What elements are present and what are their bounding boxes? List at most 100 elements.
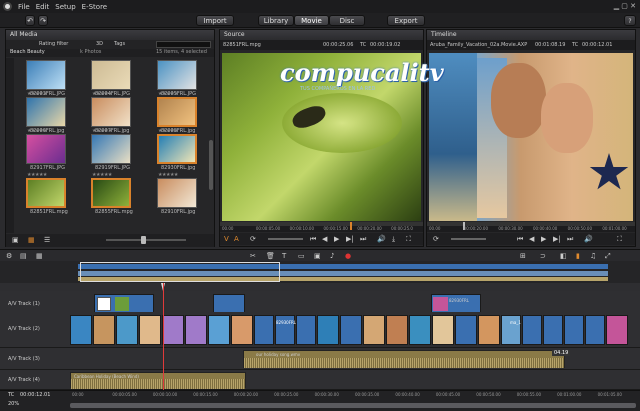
track-2-clip[interactable]	[455, 315, 477, 345]
library-thumbnail[interactable]	[26, 134, 66, 164]
track-1-clip-b[interactable]	[213, 294, 245, 314]
play-icon[interactable]: ▶	[334, 234, 339, 244]
tl-fullscreen-icon[interactable]: ⛶	[617, 234, 622, 244]
source-shuttle[interactable]	[268, 238, 303, 240]
trash-icon[interactable]: 🗑	[266, 251, 275, 261]
library-view-icon[interactable]: ▣	[12, 235, 19, 245]
mark-in-icon[interactable]: V	[224, 234, 229, 244]
fullscreen-icon[interactable]: ⛶	[406, 234, 411, 244]
track-2-clip[interactable]	[478, 315, 500, 345]
track-2-clip[interactable]	[254, 315, 274, 345]
undo-icon[interactable]: ↶	[25, 15, 35, 26]
expand-icon[interactable]: ⤢	[605, 251, 611, 261]
track-2-clip[interactable]	[543, 315, 563, 345]
thumb-size-slider[interactable]	[106, 239, 186, 241]
timeline-preview-title[interactable]: Timeline	[431, 31, 457, 38]
library-thumbnail[interactable]	[26, 178, 66, 208]
redo-icon[interactable]: ↷	[38, 15, 48, 26]
timeline-hscrollbar[interactable]	[70, 403, 636, 408]
dynamic-icon[interactable]: ♫	[590, 251, 596, 261]
rating-stars-icon[interactable]: ★★★★★	[27, 128, 47, 134]
track-2-clip[interactable]	[340, 315, 362, 345]
skip-forward-icon[interactable]: ⏭	[360, 234, 366, 244]
track-2-clip[interactable]	[522, 315, 542, 345]
track-2-clip[interactable]	[162, 315, 184, 345]
track-2-clip[interactable]	[185, 315, 207, 345]
skip-back-icon[interactable]: ⏮	[310, 234, 316, 244]
view-3d-toggle[interactable]: 3D	[96, 41, 103, 47]
step-forward-icon[interactable]: ▶|	[346, 234, 354, 244]
library-thumbnail[interactable]	[26, 97, 66, 127]
menu-edit[interactable]: Edit	[30, 3, 50, 11]
library-search-input[interactable]	[156, 41, 211, 48]
timeline-settings-icon[interactable]: ⚙	[6, 251, 12, 261]
track-2-clip[interactable]	[296, 315, 316, 345]
grid-view-icon[interactable]: ▦	[28, 235, 35, 245]
track-2-clip[interactable]	[70, 315, 92, 345]
storyboard-icon[interactable]: ▦	[36, 251, 43, 261]
tab-library[interactable]: Library	[258, 15, 294, 26]
thumb-size-knob[interactable]	[141, 236, 146, 244]
rating-stars-icon[interactable]: ★★★★★	[158, 172, 178, 178]
track-3-name[interactable]: A/V Track (3)	[8, 356, 40, 362]
rating-filter[interactable]: Rating filter	[39, 41, 68, 47]
music-icon[interactable]: ♪	[330, 251, 334, 261]
navigator-strip[interactable]	[0, 261, 640, 283]
rating-stars-icon[interactable]: ★★★★★	[92, 128, 112, 134]
tab-import[interactable]: Import	[196, 15, 234, 26]
timeline-shuttle[interactable]	[451, 238, 486, 240]
tl-loop-icon[interactable]: ⟳	[433, 234, 439, 244]
tl-skip-forward-icon[interactable]: ⏭	[567, 234, 573, 244]
track-2-clip[interactable]	[606, 315, 628, 345]
tags-filter[interactable]: Tags	[114, 41, 125, 47]
clip-icon[interactable]: ▭	[298, 251, 305, 261]
track-2-clip[interactable]	[585, 315, 605, 345]
track-4-name[interactable]: A/V Track (4)	[8, 377, 40, 383]
audio-mixer-icon[interactable]: ▮	[576, 251, 580, 261]
track-1-clip-a[interactable]	[94, 294, 154, 314]
timeline-playhead[interactable]	[163, 283, 164, 396]
track-2-clip[interactable]	[564, 315, 584, 345]
library-thumbnail[interactable]	[91, 97, 131, 127]
track-2-clip[interactable]	[208, 315, 230, 345]
track-1-name[interactable]: A/V Track (1)	[8, 301, 40, 307]
track-2-clip[interactable]	[116, 315, 138, 345]
library-thumbnail[interactable]	[157, 178, 197, 208]
library-thumbnail[interactable]	[157, 60, 197, 90]
library-thumbnail[interactable]	[26, 60, 66, 90]
track-2-name[interactable]: A/V Track (2)	[8, 326, 40, 332]
mark-out-icon[interactable]: A	[234, 234, 239, 244]
track-2-clip[interactable]	[139, 315, 161, 345]
library-thumbnail[interactable]	[91, 134, 131, 164]
razor-icon[interactable]: ✂	[250, 251, 256, 261]
timeline-view-icon[interactable]: ▤	[20, 251, 27, 261]
track-2-clip[interactable]	[93, 315, 115, 345]
track-1-clip-c[interactable]: 82930FRL	[431, 294, 481, 314]
track-2-clip[interactable]	[317, 315, 339, 345]
rating-stars-icon[interactable]: ★★★★★	[92, 172, 112, 178]
library-thumbnail[interactable]	[91, 178, 131, 208]
rating-stars-icon[interactable]: ★★★★★	[27, 91, 47, 97]
tl-skip-back-icon[interactable]: ⏮	[517, 234, 523, 244]
menu-estore[interactable]: E-Store	[76, 3, 107, 11]
tl-play-icon[interactable]: ▶	[541, 234, 546, 244]
timeline-hscroll-thumb[interactable]	[70, 403, 636, 408]
tl-volume-icon[interactable]: 🔊	[584, 234, 593, 244]
menu-setup[interactable]: Setup	[49, 3, 75, 11]
library-root[interactable]: All Media	[10, 31, 37, 38]
snapshot-icon[interactable]: ▣	[314, 251, 321, 261]
tl-step-forward-icon[interactable]: ▶|	[553, 234, 561, 244]
library-thumbnail[interactable]	[91, 60, 131, 90]
track-2-clip[interactable]	[409, 315, 431, 345]
tl-step-back-icon[interactable]: ◀	[529, 234, 534, 244]
magnet-icon[interactable]: ⊃	[540, 251, 546, 261]
rating-stars-icon[interactable]: ★★★★★	[27, 172, 47, 178]
rating-stars-icon[interactable]: ★★★★★	[158, 128, 178, 134]
title-tool-icon[interactable]: T	[282, 251, 286, 261]
timeline-preview[interactable]	[429, 53, 633, 221]
help-icon[interactable]: ?	[624, 15, 636, 26]
list-view-icon[interactable]: ☰	[44, 235, 50, 245]
source-title[interactable]: Source	[224, 31, 245, 38]
tab-disc[interactable]: Disc	[329, 15, 365, 26]
zoom-level[interactable]: 20%	[8, 401, 19, 407]
